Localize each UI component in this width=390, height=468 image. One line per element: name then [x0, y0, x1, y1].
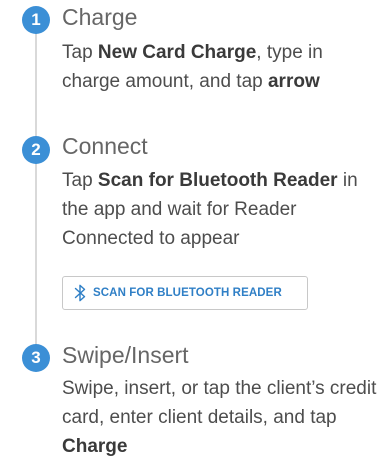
step-title: Connect — [62, 133, 148, 159]
step-title: Charge — [62, 4, 138, 30]
step-number-badge: 3 — [22, 344, 50, 372]
step-number-badge: 2 — [22, 136, 50, 164]
timeline-connector-line — [35, 30, 37, 348]
step-description: Tap Scan for Bluetooth Reader in the app… — [62, 170, 358, 249]
step-description: Tap New Card Charge, type in charge amou… — [62, 42, 323, 92]
scan-for-bluetooth-reader-label: Scan for Bluetooth Reader — [97, 170, 338, 191]
new-card-charge-label: New Card Charge — [97, 42, 257, 63]
step-title: Swipe/Insert — [62, 342, 189, 368]
bluetooth-icon — [74, 284, 86, 302]
arrow-label: arrow — [267, 71, 320, 92]
scan-bluetooth-reader-button[interactable]: SCAN FOR BLUETOOTH READER — [62, 276, 308, 310]
scan-button-label: SCAN FOR BLUETOOTH READER — [93, 287, 282, 299]
step-description: Swipe, insert, or tap the client’s credi… — [62, 378, 377, 457]
charge-label: Charge — [62, 436, 128, 457]
step-number-badge: 1 — [22, 6, 50, 34]
